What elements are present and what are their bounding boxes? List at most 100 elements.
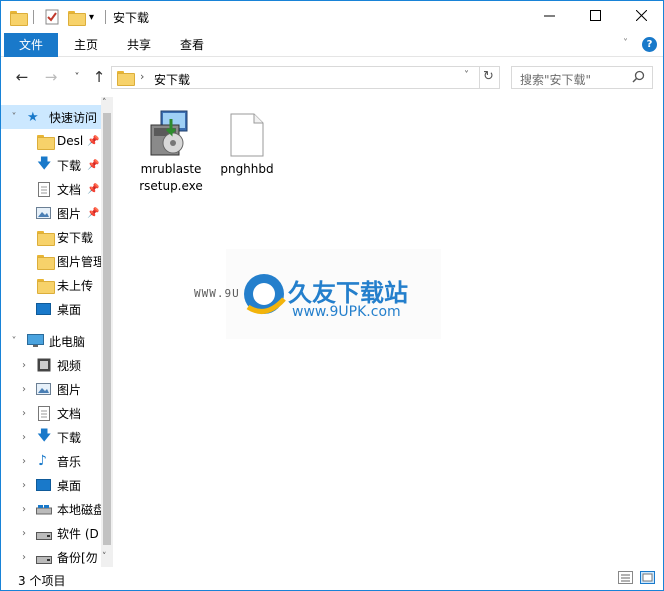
address-bar[interactable]: › 安下载 ˅ ↻ <box>111 66 500 89</box>
folder-icon <box>37 135 55 151</box>
folder-icon <box>37 231 55 247</box>
drive-icon <box>36 553 52 567</box>
ribbon-tabs: 文件 主页 共享 查看 ˅ ? <box>1 33 663 57</box>
chevron-right-icon[interactable]: › <box>19 504 29 515</box>
nav-item-pictures-pinned[interactable]: 图片 📌 <box>1 201 101 225</box>
nav-scrollbar-thumb[interactable] <box>103 113 111 545</box>
customize-dropdown-icon[interactable]: ▾ <box>89 8 94 26</box>
nav-item-anxiazai[interactable]: 安下载 <box>1 225 101 249</box>
help-icon[interactable]: ? <box>642 37 657 52</box>
large-icons-view-icon[interactable] <box>640 571 655 587</box>
pin-icon: 📌 <box>87 159 100 171</box>
address-dropdown-chevron-icon[interactable]: ˅ <box>464 70 469 81</box>
video-icon <box>37 358 51 375</box>
minimize-button[interactable] <box>526 1 572 33</box>
navigation-pane: ˅ ★ 快速访问 Desl 📌 🡇 下载 📌 文档 📌 图片 📌 安下载 图片管… <box>1 97 113 567</box>
nav-this-pc[interactable]: ˅ 此电脑 <box>1 329 101 353</box>
close-icon <box>635 9 647 25</box>
picture-icon <box>36 383 51 398</box>
file-item-installer[interactable]: mrublaste rsetup.exe <box>133 105 209 195</box>
new-folder-icon[interactable] <box>68 8 86 26</box>
nav-item-desktop-pinned[interactable]: Desl 📌 <box>1 129 101 153</box>
chevron-right-icon[interactable]: › <box>19 408 29 419</box>
nav-item-drive-backup[interactable]: › 备份[勿 <box>1 545 101 567</box>
nav-item-documents[interactable]: › 文档 <box>1 401 101 425</box>
chevron-right-icon[interactable]: › <box>19 432 29 443</box>
search-box[interactable]: 搜索"安下载" <box>511 66 653 89</box>
nav-item-pictures[interactable]: › 图片 <box>1 377 101 401</box>
nav-item-picture-manage[interactable]: 图片管理 <box>1 249 101 273</box>
pin-icon: 📌 <box>87 207 100 219</box>
nav-item-not-uploaded[interactable]: 未上传 <box>1 273 101 297</box>
file-name-line1: pnghhbd <box>220 162 274 176</box>
nav-item-local-disk[interactable]: › 本地磁盘 <box>1 497 101 521</box>
nav-item-videos[interactable]: › 视频 <box>1 353 101 377</box>
chevron-down-icon: ˅ <box>74 71 80 83</box>
scroll-down-chevron-icon[interactable]: ˅ <box>102 552 107 562</box>
forward-button[interactable]: → <box>41 67 61 87</box>
folder-icon <box>37 255 55 271</box>
nav-item-music[interactable]: › ♪ 音乐 <box>1 449 101 473</box>
properties-check-icon[interactable] <box>45 8 59 26</box>
nav-item-downloads-pinned[interactable]: 🡇 下载 📌 <box>1 153 101 177</box>
installer-icon <box>133 105 209 157</box>
quick-access-folder-icon <box>10 8 28 26</box>
file-name-line1: mrublaste <box>140 162 202 176</box>
file-name-line2: rsetup.exe <box>139 179 203 193</box>
folder-icon <box>37 279 55 295</box>
chevron-right-icon[interactable]: › <box>19 552 29 563</box>
address-folder-icon <box>117 71 135 87</box>
chevron-right-icon[interactable]: › <box>19 528 29 539</box>
maximize-button[interactable] <box>572 1 618 33</box>
tab-view[interactable]: 查看 <box>167 33 217 57</box>
tab-share[interactable]: 共享 <box>114 33 164 57</box>
item-count: 3 个项目 <box>18 574 66 588</box>
search-placeholder: 搜索"安下载" <box>520 73 592 87</box>
watermark-url: www.9UPK.com <box>292 304 401 320</box>
chevron-right-icon[interactable]: › <box>19 360 29 371</box>
file-item-pnghhbd[interactable]: pnghhbd <box>209 105 285 178</box>
window-title: 安下载 <box>113 11 150 25</box>
watermark-brand: 久友下载站 <box>288 279 408 307</box>
tab-home[interactable]: 主页 <box>61 33 111 57</box>
computer-icon <box>27 334 44 351</box>
download-arrow-icon: 🡇 <box>37 428 52 444</box>
desktop-icon <box>36 303 51 318</box>
ribbon-collapse-chevron-icon[interactable]: ˅ <box>623 38 628 49</box>
recent-locations-button[interactable]: ˅ <box>67 67 87 87</box>
explorer-window: ▾ 安下载 文件 主页 共享 查看 ˅ ? ← → ˅ ↑ › 安下载 ˅ ↻ … <box>0 0 664 591</box>
tab-file[interactable]: 文件 <box>4 33 58 57</box>
close-button[interactable] <box>618 1 664 33</box>
pin-icon: 📌 <box>87 183 100 195</box>
scroll-up-chevron-icon[interactable]: ˄ <box>102 98 107 108</box>
drive-icon <box>36 529 52 543</box>
title-bar: ▾ 安下载 <box>1 1 663 33</box>
picture-icon <box>36 207 51 222</box>
chevron-right-icon[interactable]: › <box>19 480 29 491</box>
minimize-icon <box>543 9 555 25</box>
watermark: WWW.9U 久友下载站 www.9UPK.com <box>194 249 441 339</box>
maximize-icon <box>589 9 601 25</box>
back-button[interactable]: ← <box>12 67 32 87</box>
chevron-right-icon[interactable]: › <box>19 456 29 467</box>
chevron-right-icon[interactable]: › <box>19 384 29 395</box>
address-row: ← → ˅ ↑ › 安下载 ˅ ↻ 搜索"安下载" <box>1 61 663 93</box>
nav-item-desktop-pc[interactable]: › 桌面 <box>1 473 101 497</box>
search-icon[interactable] <box>632 70 645 86</box>
nav-item-drive-d[interactable]: › 软件 (D <box>1 521 101 545</box>
pin-icon: 📌 <box>87 135 100 147</box>
arrow-up-icon: ↑ <box>92 68 106 86</box>
blank-file-icon <box>209 105 285 157</box>
watermark-url-left: WWW.9U <box>194 287 240 300</box>
chevron-down-icon[interactable]: ˅ <box>9 112 19 123</box>
nav-quick-access[interactable]: ˅ ★ 快速访问 <box>1 105 101 129</box>
nav-item-downloads[interactable]: › 🡇 下载 <box>1 425 101 449</box>
breadcrumb-current[interactable]: 安下载 <box>154 71 190 88</box>
nav-item-documents-pinned[interactable]: 文档 📌 <box>1 177 101 201</box>
chevron-down-icon[interactable]: ˅ <box>9 336 19 347</box>
desktop-icon <box>36 479 51 494</box>
refresh-icon[interactable]: ↻ <box>483 69 494 84</box>
up-button[interactable]: ↑ <box>89 67 109 87</box>
details-view-icon[interactable] <box>618 571 633 587</box>
nav-item-desktop[interactable]: 桌面 <box>1 297 101 321</box>
